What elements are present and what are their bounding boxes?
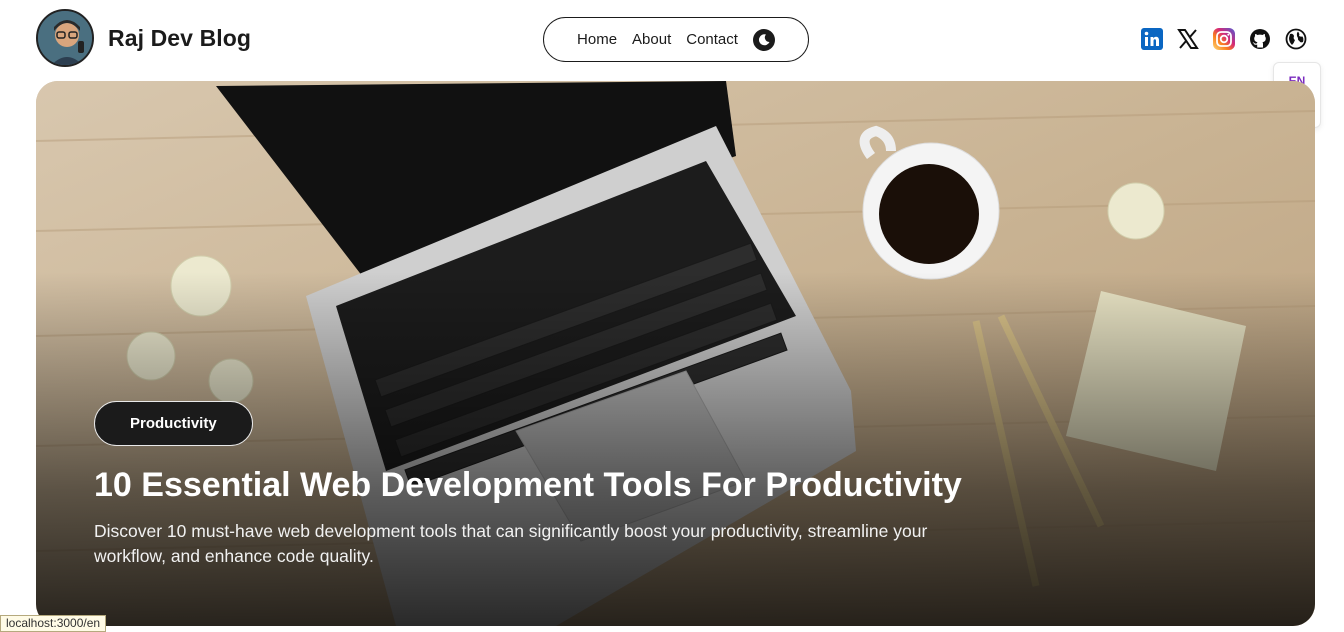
post-description: Discover 10 must-have web development to…	[94, 521, 928, 566]
x-link[interactable]	[1176, 27, 1200, 51]
nav-about[interactable]: About	[632, 31, 671, 48]
main-nav: Home About Contact	[543, 17, 809, 62]
social-links	[1140, 27, 1308, 51]
status-bar-url: localhost:3000/en	[0, 615, 107, 632]
brand-link[interactable]: Raj Dev Blog	[36, 9, 251, 67]
globe-icon	[1285, 28, 1307, 50]
post-title[interactable]: 10 Essential Web Development Tools For P…	[94, 466, 962, 505]
theme-toggle-button[interactable]	[752, 28, 775, 51]
linkedin-icon	[1141, 28, 1163, 50]
category-badge[interactable]: Productivity	[94, 401, 253, 446]
site-header: Raj Dev Blog Home About Contact	[0, 0, 1344, 128]
nav-contact[interactable]: Contact	[686, 31, 738, 48]
instagram-icon	[1213, 28, 1235, 50]
linkedin-link[interactable]	[1140, 27, 1164, 51]
nav-home[interactable]: Home	[577, 31, 617, 48]
github-link[interactable]	[1248, 27, 1272, 51]
instagram-link[interactable]	[1212, 27, 1236, 51]
brand-name: Raj Dev Blog	[108, 24, 252, 51]
moon-icon	[758, 33, 770, 45]
x-twitter-icon	[1177, 29, 1199, 49]
github-icon	[1250, 29, 1270, 49]
featured-post-card[interactable]: Productivity 10 Essential Web Developmen…	[36, 81, 1315, 626]
language-switcher[interactable]	[1284, 27, 1308, 51]
avatar	[36, 9, 94, 67]
